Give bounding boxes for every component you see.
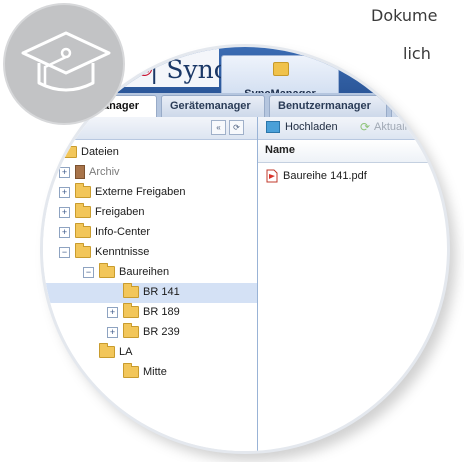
tree-item-br-141[interactable]: BR 141: [43, 283, 257, 303]
tree-item-br-189[interactable]: + BR 189: [43, 303, 257, 323]
upload-icon[interactable]: [266, 121, 280, 133]
tree-item-label: Archiv: [89, 166, 120, 178]
tab-more[interactable]: S: [391, 95, 421, 117]
tree-item-label: BR 239: [143, 326, 180, 338]
tree-item-label: BR 189: [143, 306, 180, 318]
pdf-icon: [266, 169, 278, 183]
folder-icon: [99, 263, 115, 278]
tree-item-baureihen[interactable]: − Baureihen: [43, 263, 257, 283]
tab-benutzermanager[interactable]: Benutzermanager: [269, 95, 387, 117]
syncmanager-icon: [273, 62, 289, 76]
folder-icon: [123, 303, 139, 318]
column-header-name[interactable]: Name: [265, 144, 295, 156]
tree-item-freigaben[interactable]: + Freigaben: [43, 203, 257, 223]
folder-icon: [75, 243, 91, 258]
collapse-icon[interactable]: «: [211, 120, 226, 135]
tree-item-externe-freigaben[interactable]: + Externe Freigaben: [43, 183, 257, 203]
expand-icon[interactable]: +: [107, 307, 118, 318]
close-icon[interactable]: ×: [327, 58, 332, 68]
tree-item-br-239[interactable]: + BR 239: [43, 323, 257, 343]
folder-icon: [61, 143, 77, 158]
archive-icon: [75, 165, 85, 179]
upload-button[interactable]: Hochladen: [285, 121, 338, 133]
folder-icon: [75, 223, 91, 238]
file-item[interactable]: Baureihe 141.pdf: [283, 170, 367, 182]
tree-item-label: Info-Center: [95, 226, 151, 238]
collapse-icon[interactable]: −: [83, 267, 94, 278]
tree-item-info-center[interactable]: + Info-Center: [43, 223, 257, 243]
tree-item-archiv[interactable]: + Archiv: [43, 163, 257, 183]
tree-item-la[interactable]: LA: [43, 343, 257, 363]
tree-item-label: Freigaben: [95, 206, 145, 218]
mortarboard-icon: [21, 31, 111, 92]
folder-icon: [75, 183, 91, 198]
brand-sync: | Sync: [150, 55, 228, 84]
folder-icon: [75, 203, 91, 218]
collapse-icon[interactable]: −: [59, 247, 70, 258]
expand-icon[interactable]: +: [59, 207, 70, 218]
tree-item-label: Baureihen: [119, 266, 170, 278]
expand-icon[interactable]: +: [59, 227, 70, 238]
expand-icon[interactable]: +: [59, 167, 70, 178]
tree-item-label: LA: [119, 346, 133, 358]
folder-icon: [99, 343, 115, 358]
expand-icon[interactable]: +: [59, 187, 70, 198]
tree-item-kenntnisse[interactable]: − Kenntnisse: [43, 243, 257, 263]
refresh-tree-icon[interactable]: ⟳: [229, 120, 244, 135]
tree-item-mitte[interactable]: Mitte: [43, 363, 257, 383]
tree-item-label: BR 141: [143, 286, 180, 298]
tab-geraetemanager[interactable]: Gerätemanager: [161, 95, 265, 117]
graduation-badge: [3, 3, 125, 125]
tree-item-label: Dateien: [81, 146, 119, 158]
refresh-icon: ⟳: [360, 120, 371, 134]
tree-item-label: Mitte: [143, 366, 167, 378]
refresh-button[interactable]: Aktualisieren: [374, 121, 437, 133]
folder-icon: [123, 323, 139, 338]
tree-item-label: Externe Freigaben: [95, 186, 186, 198]
folder-open-icon: [123, 283, 139, 298]
tree-item-dateien[interactable]: Dateien: [43, 143, 257, 163]
folder-icon: [123, 363, 139, 378]
caption-line-1: Dokume: [371, 6, 438, 25]
expand-icon[interactable]: +: [107, 327, 118, 338]
tree-item-label: Kenntnisse: [95, 246, 150, 258]
